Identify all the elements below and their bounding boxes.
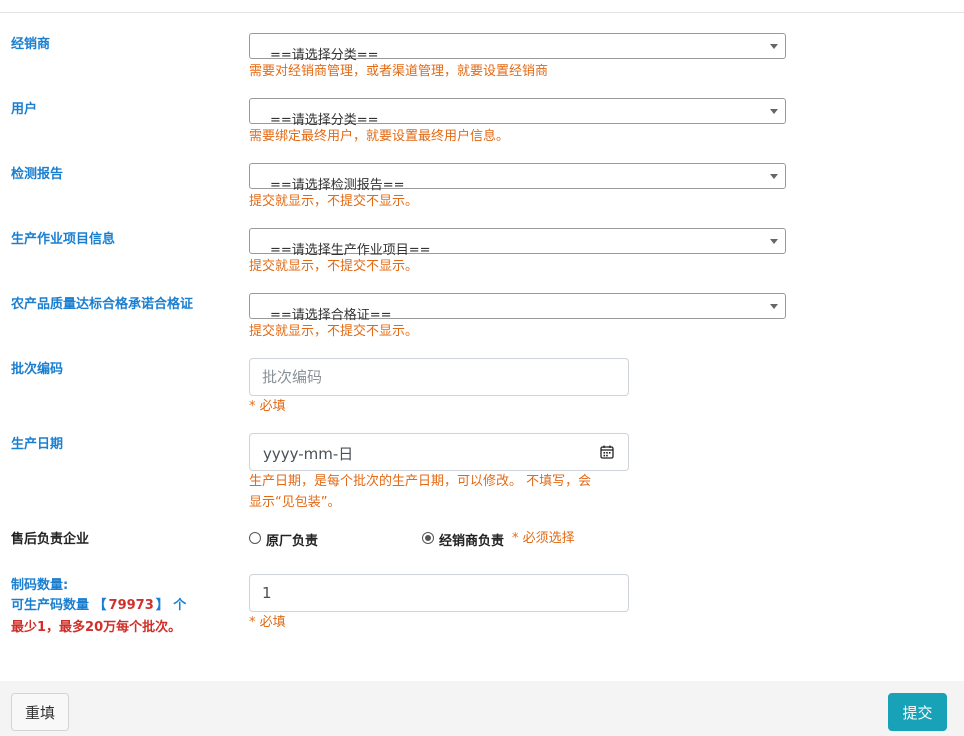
user-select[interactable]: ==请选择分类==	[249, 98, 786, 128]
dealer-select-value: ==请选择分类==	[270, 48, 379, 63]
report-select[interactable]: ==请选择检测报告==	[249, 163, 786, 193]
submit-button[interactable]: 提交	[888, 693, 947, 731]
radio-factory[interactable]	[249, 532, 261, 544]
dealer-hint: 需要对经销商管理，或者渠道管理，就要设置经销商	[249, 64, 549, 79]
report-select-value: ==请选择检测报告==	[270, 178, 405, 193]
code-count-prefix: 可生产码数量 【	[11, 598, 107, 613]
dealer-label: 经销商	[11, 37, 51, 52]
top-divider	[0, 12, 964, 13]
code-count-available-line: 可生产码数量 【79973】 个	[11, 597, 186, 615]
code-count-required: * 必填	[249, 615, 286, 630]
dealer-select[interactable]: ==请选择分类==	[249, 33, 786, 63]
chevron-down-icon	[770, 44, 778, 49]
user-hint: 需要绑定最终用户，就要设置最终用户信息。	[249, 129, 510, 144]
production-select[interactable]: ==请选择生产作业项目==	[249, 228, 786, 258]
calendar-icon[interactable]	[600, 445, 614, 459]
production-date-hint-2: 显示“见包装”。	[249, 495, 341, 510]
radio-dealer[interactable]	[422, 532, 434, 544]
report-label: 检测报告	[11, 167, 64, 182]
batch-code-input[interactable]	[249, 358, 629, 396]
after-sales-required: * 必须选择	[512, 531, 575, 546]
code-count-label: 制码数量:	[11, 578, 69, 593]
user-label: 用户	[11, 102, 38, 117]
chevron-down-icon	[770, 239, 778, 244]
batch-code-label: 批次编码	[11, 362, 64, 377]
radio-dealer-label[interactable]: 经销商负责	[439, 530, 504, 549]
production-date-label: 生产日期	[11, 437, 64, 452]
radio-factory-label[interactable]: 原厂负责	[266, 530, 318, 549]
chevron-down-icon	[770, 109, 778, 114]
code-count-suffix: 】 个	[155, 598, 187, 613]
production-date-hint-1: 生产日期，是每个批次的生产日期，可以修改。 不填写，会	[249, 474, 592, 489]
production-hint: 提交就显示，不提交不显示。	[249, 259, 419, 274]
production-label: 生产作业项目信息	[11, 232, 116, 247]
chevron-down-icon	[770, 174, 778, 179]
certificate-label: 农产品质量达标合格承诺合格证	[11, 297, 194, 312]
production-select-value: ==请选择生产作业项目==	[270, 243, 431, 258]
production-date-placeholder: yyyy-mm-日	[263, 445, 354, 463]
report-hint: 提交就显示，不提交不显示。	[249, 194, 419, 209]
code-count-input[interactable]	[249, 574, 629, 612]
code-count-limit: 最少1，最多20万每个批次。	[11, 620, 182, 635]
batch-code-required: * 必填	[249, 399, 286, 414]
user-select-value: ==请选择分类==	[270, 113, 379, 128]
chevron-down-icon	[770, 304, 778, 309]
production-date-input[interactable]: yyyy-mm-日	[249, 433, 629, 471]
certificate-select-value: ==请选择合格证==	[270, 308, 392, 323]
form-footer	[0, 681, 964, 736]
after-sales-label: 售后负责企业	[11, 532, 90, 547]
certificate-select[interactable]: ==请选择合格证==	[249, 293, 786, 323]
reset-button[interactable]: 重填	[11, 693, 69, 731]
code-count-available: 79973	[108, 598, 154, 613]
certificate-hint: 提交就显示，不提交不显示。	[249, 324, 419, 339]
